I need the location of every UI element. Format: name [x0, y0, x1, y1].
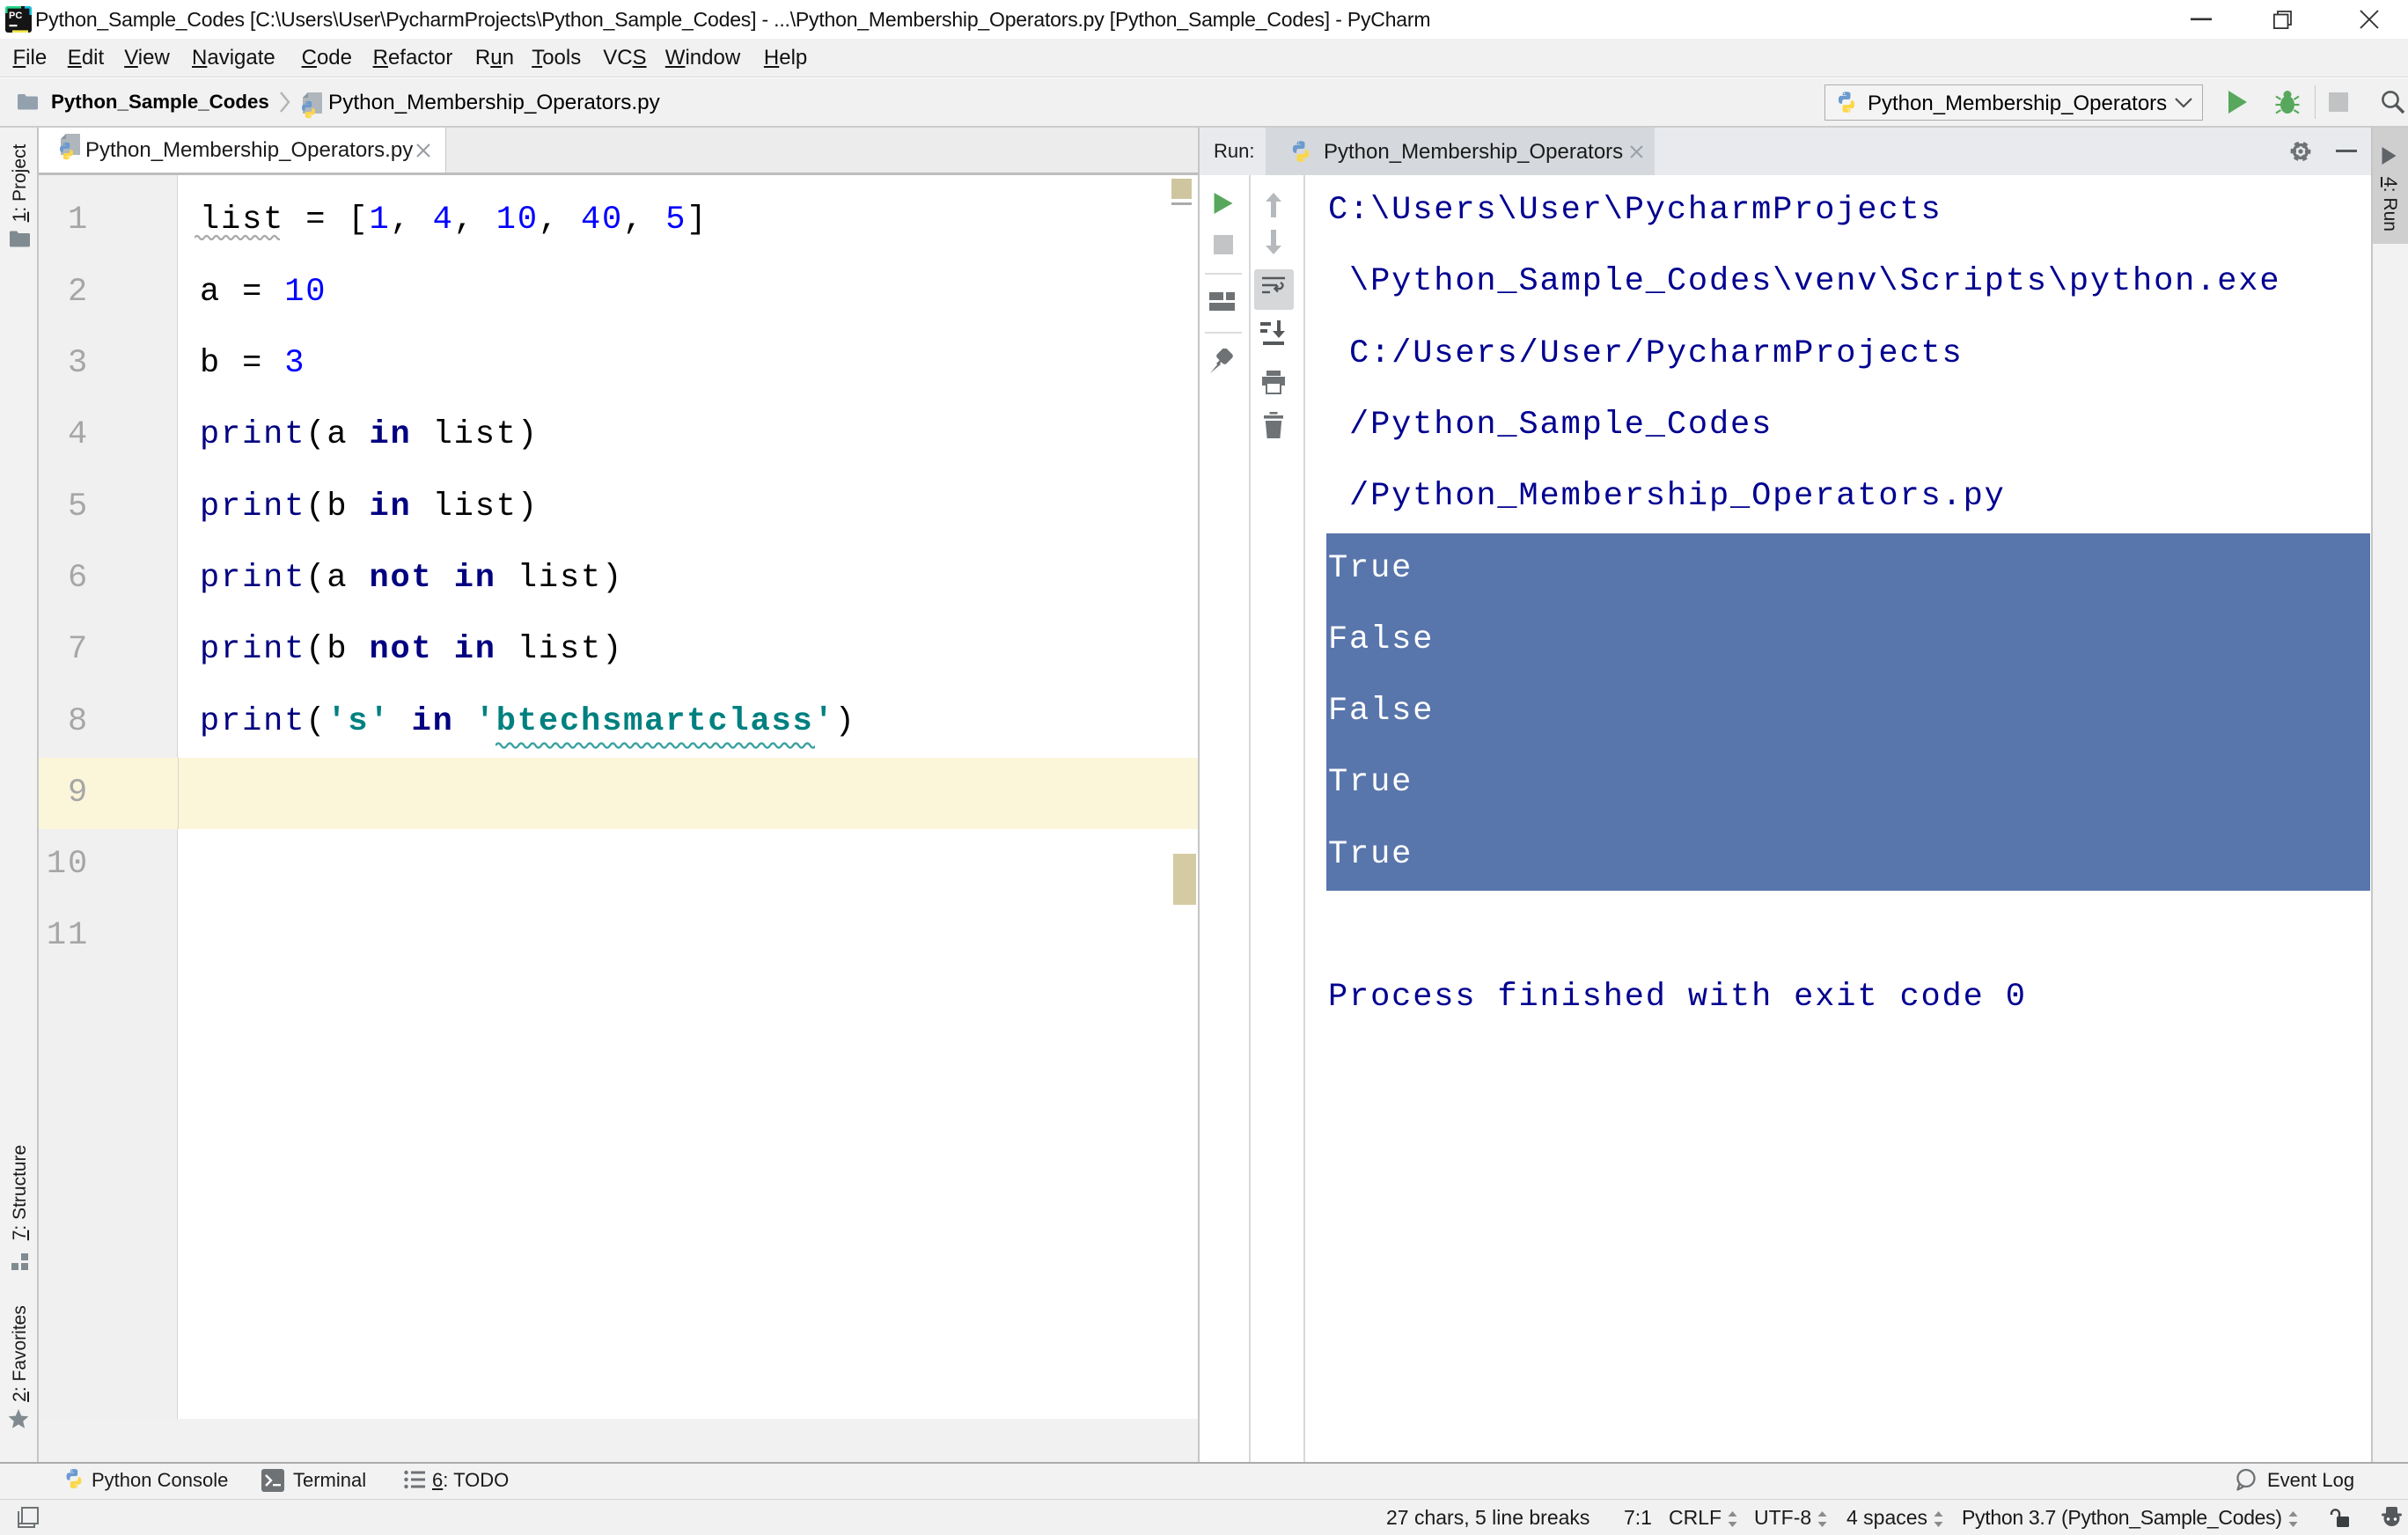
svg-text:PC: PC — [9, 11, 22, 21]
